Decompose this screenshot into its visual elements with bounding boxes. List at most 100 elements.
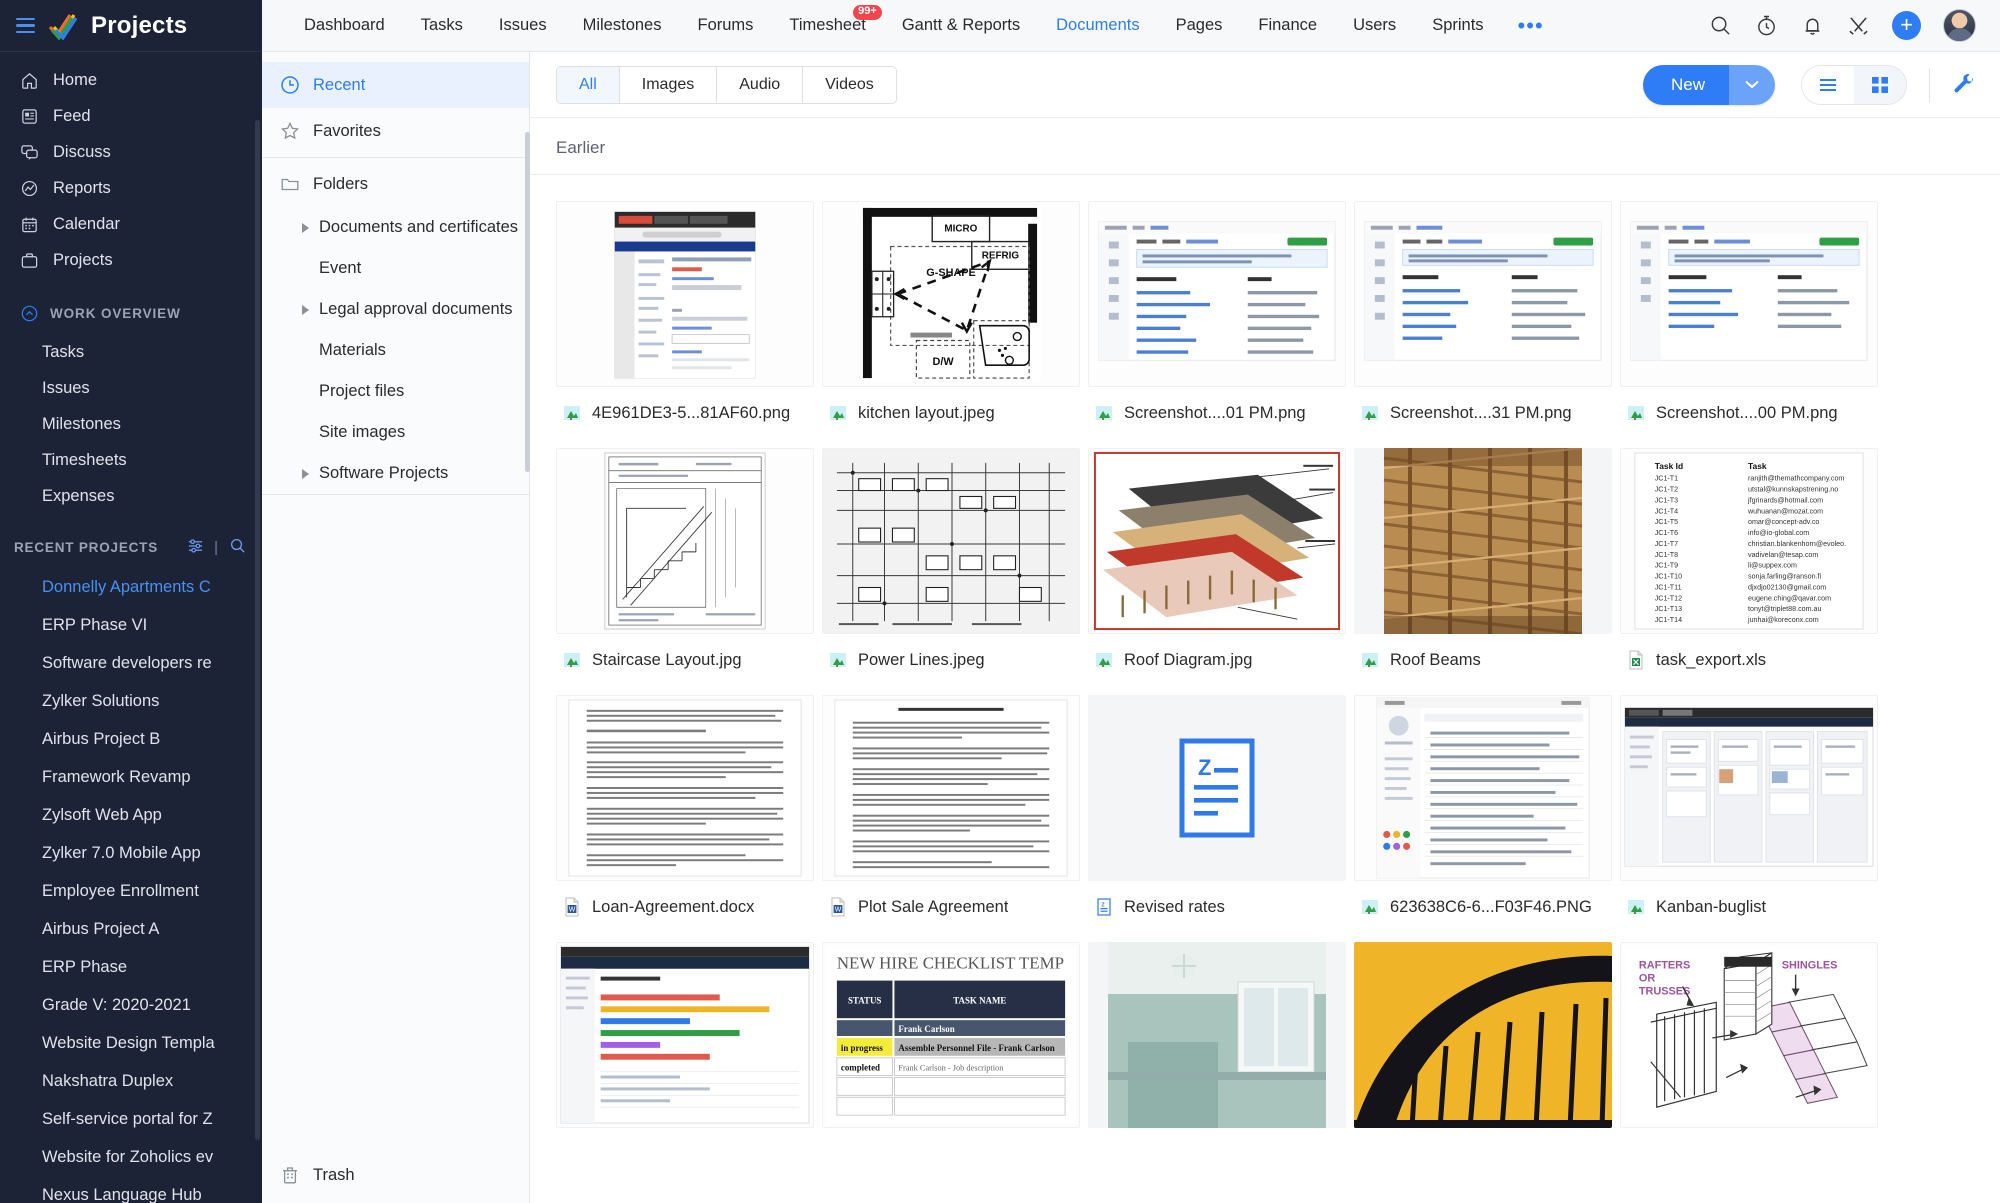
filter-videos[interactable]: Videos	[803, 66, 896, 103]
file-thumbnail[interactable]	[556, 695, 814, 881]
file-card[interactable]: Roof Beams	[1354, 448, 1612, 671]
folder-tree-item-project-files[interactable]: Project files	[262, 371, 529, 412]
folders-scrollbar[interactable]	[525, 132, 530, 472]
sidebar-project-zylker-solutions[interactable]: Zylker Solutions	[0, 682, 262, 720]
file-card[interactable]: MICRO REFRIG G-SHAPE D/W kitchen layout.…	[822, 201, 1080, 424]
sidebar-project-airbus-project-b[interactable]: Airbus Project B	[0, 720, 262, 758]
file-thumbnail[interactable]	[556, 201, 814, 387]
file-card[interactable]: Power Lines.jpeg	[822, 448, 1080, 671]
folder-tree-item-software-projects[interactable]: Software Projects	[262, 453, 529, 494]
file-name-row[interactable]: 4E961DE3-5...81AF60.png	[556, 387, 814, 424]
folder-tree-item-site-images[interactable]: Site images	[262, 412, 529, 453]
sidebar-project-donnelly-apartments[interactable]: Donnelly Apartments C	[0, 568, 262, 606]
sidebar-scrollbar[interactable]	[255, 120, 260, 1140]
file-thumbnail[interactable]	[822, 695, 1080, 881]
tab-forums[interactable]: Forums	[679, 0, 771, 52]
search-projects-icon[interactable]	[229, 537, 246, 557]
tab-more-icon[interactable]: •••	[1502, 14, 1560, 37]
notifications-bell-icon[interactable]	[1800, 14, 1824, 38]
file-name-row[interactable]: W Plot Sale Agreement	[822, 881, 1080, 918]
sidebar-item-discuss[interactable]: Discuss	[0, 134, 262, 170]
file-thumbnail[interactable]	[1620, 201, 1878, 387]
filter-audio[interactable]: Audio	[717, 66, 804, 103]
file-thumbnail[interactable]	[556, 942, 814, 1128]
file-name-row[interactable]: W Loan-Agreement.docx	[556, 881, 814, 918]
folder-tree-item-legal-approval-documents[interactable]: Legal approval documents	[262, 289, 529, 330]
sidebar-item-feed[interactable]: Feed	[0, 98, 262, 134]
expand-caret-icon[interactable]	[302, 222, 310, 233]
search-icon[interactable]	[1708, 14, 1732, 38]
file-name-row[interactable]: Roof Diagram.jpg	[1088, 634, 1346, 671]
file-name-row[interactable]: Roof Beams	[1354, 634, 1612, 671]
file-card[interactable]: Z Z Revised rates	[1088, 695, 1346, 918]
sidebar-item-reports[interactable]: Reports	[0, 170, 262, 206]
file-card[interactable]: Screenshot....01 PM.png	[1088, 201, 1346, 424]
sidebar-item-calendar[interactable]: Calendar	[0, 206, 262, 242]
folders-item-recent[interactable]: Recent	[262, 62, 529, 108]
folder-tree-item-materials[interactable]: Materials	[262, 330, 529, 371]
tab-timesheet[interactable]: Timesheet 99+	[771, 0, 883, 52]
sidebar-project-erp-phase-vi[interactable]: ERP Phase VI	[0, 606, 262, 644]
file-thumbnail[interactable]	[1354, 942, 1612, 1128]
file-card[interactable]: Task Id Task JC1-T1 ranjith@themathcompan…	[1620, 448, 1878, 671]
filter-images[interactable]: Images	[619, 66, 718, 103]
file-card[interactable]: Roof Diagram.jpg	[1088, 448, 1346, 671]
sidebar-project-employee-enrollment[interactable]: Employee Enrollment	[0, 872, 262, 910]
file-name-row[interactable]: kitchen layout.jpeg	[822, 387, 1080, 424]
file-name-row[interactable]: Power Lines.jpeg	[822, 634, 1080, 671]
file-thumbnail[interactable]	[1620, 695, 1878, 881]
file-thumbnail[interactable]: Z	[1088, 695, 1346, 881]
tab-pages[interactable]: Pages	[1158, 0, 1241, 52]
folder-tree-item-documents-and-certificates[interactable]: Documents and certificates	[262, 207, 529, 248]
file-thumbnail[interactable]	[1354, 695, 1612, 881]
file-name-row[interactable]: Screenshot....31 PM.png	[1354, 387, 1612, 424]
sidebar-project-website-zoholics[interactable]: Website for Zoholics ev	[0, 1138, 262, 1176]
tools-icon[interactable]	[1846, 14, 1870, 38]
file-thumbnail[interactable]	[1088, 201, 1346, 387]
sidebar-project-framework-revamp[interactable]: Framework Revamp	[0, 758, 262, 796]
file-name-row[interactable]: Screenshot....01 PM.png	[1088, 387, 1346, 424]
folders-item-folders[interactable]: Folders	[262, 161, 529, 207]
file-thumbnail[interactable]: NEW HIRE CHECKLIST TEMP STATUS TASK NAME…	[822, 942, 1080, 1128]
file-card[interactable]: Staircase Layout.jpg	[556, 448, 814, 671]
sidebar-project-zylsoft-web-app[interactable]: Zylsoft Web App	[0, 796, 262, 834]
tab-issues[interactable]: Issues	[481, 0, 565, 52]
file-card[interactable]: Screenshot....31 PM.png	[1354, 201, 1612, 424]
hamburger-menu-icon[interactable]	[16, 17, 35, 34]
new-button[interactable]: New	[1642, 64, 1775, 105]
file-thumbnail[interactable]	[1088, 942, 1346, 1128]
sidebar-item-milestones[interactable]: Milestones	[0, 406, 262, 442]
file-thumbnail[interactable]	[1354, 201, 1612, 387]
tab-dashboard[interactable]: Dashboard	[286, 0, 403, 52]
file-card[interactable]: 623638C6-6...F03F46.PNG	[1354, 695, 1612, 918]
sidebar-item-issues[interactable]: Issues	[0, 370, 262, 406]
file-thumbnail[interactable]: Task Id Task JC1-T1 ranjith@themathcompan…	[1620, 448, 1878, 634]
sidebar-item-home[interactable]: Home	[0, 62, 262, 98]
tab-gantt-reports[interactable]: Gantt & Reports	[884, 0, 1038, 52]
file-card[interactable]	[1354, 942, 1612, 1128]
file-name-row[interactable]: Kanban-buglist	[1620, 881, 1878, 918]
grid-view-icon[interactable]	[1854, 65, 1906, 104]
file-name-row[interactable]: Staircase Layout.jpg	[556, 634, 814, 671]
filter-all[interactable]: All	[557, 66, 620, 103]
file-name-row[interactable]: 623638C6-6...F03F46.PNG	[1354, 881, 1612, 918]
chevron-down-icon[interactable]	[1729, 64, 1775, 105]
sidebar-item-tasks[interactable]: Tasks	[0, 334, 262, 370]
sidebar-item-projects[interactable]: Projects	[0, 242, 262, 278]
tab-tasks[interactable]: Tasks	[403, 0, 481, 52]
file-card[interactable]: NEW HIRE CHECKLIST TEMP STATUS TASK NAME…	[822, 942, 1080, 1128]
sidebar-project-self-service-portal[interactable]: Self-service portal for Z	[0, 1100, 262, 1138]
sidebar-item-timesheets[interactable]: Timesheets	[0, 442, 262, 478]
tab-finance[interactable]: Finance	[1240, 0, 1335, 52]
expand-caret-icon[interactable]	[302, 468, 310, 479]
file-thumbnail[interactable]	[1088, 448, 1346, 634]
file-name-row[interactable]: task_export.xls	[1620, 634, 1878, 671]
wrench-icon[interactable]	[1952, 73, 1976, 97]
folders-item-favorites[interactable]: Favorites	[262, 108, 529, 154]
file-thumbnail[interactable]	[822, 448, 1080, 634]
file-thumbnail[interactable]: RAFTERS OR TRUSSES SHINGLES	[1620, 942, 1878, 1128]
folders-item-trash[interactable]: Trash	[262, 1147, 529, 1203]
file-card[interactable]: Screenshot....00 PM.png	[1620, 201, 1878, 424]
sidebar-project-erp-phase[interactable]: ERP Phase	[0, 948, 262, 986]
file-card[interactable]: W Loan-Agreement.docx	[556, 695, 814, 918]
